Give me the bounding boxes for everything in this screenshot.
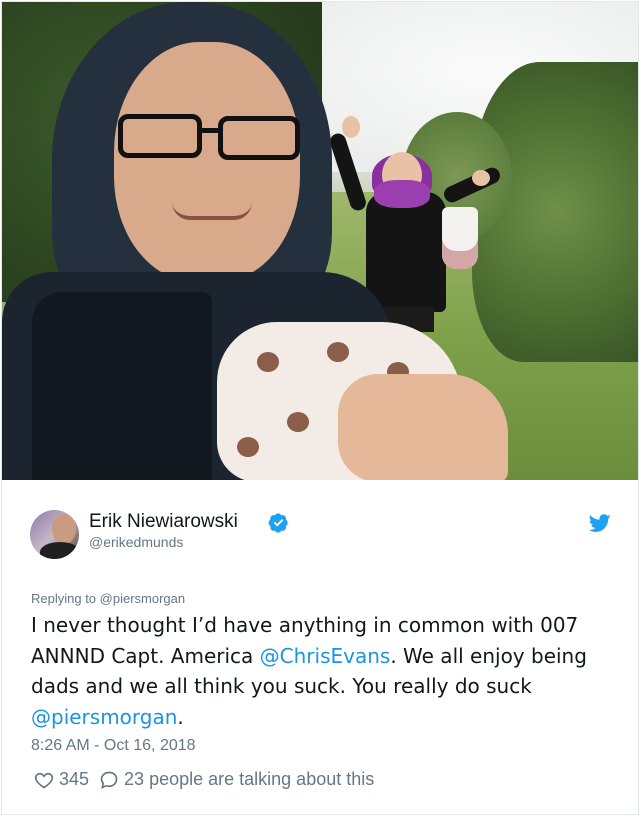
author-name[interactable]: Erik Niewiarowski — [89, 511, 238, 533]
tweet-photo[interactable] — [2, 2, 638, 480]
tweet-text: I never thought I’d have anything in com… — [31, 610, 611, 732]
tweet-text-part: . — [177, 704, 184, 729]
tweet-stats: 345 23 people are talking about this — [34, 769, 374, 790]
heart-icon[interactable] — [34, 770, 54, 790]
talking-about-label[interactable]: people are talking about this — [149, 769, 374, 790]
verified-badge-icon — [268, 513, 288, 533]
mention-chrisevans[interactable]: @ChrisEvans — [260, 644, 391, 668]
comment-bubble-icon[interactable] — [99, 770, 119, 790]
replying-to[interactable]: Replying to @piersmorgan — [31, 591, 185, 606]
author-handle[interactable]: @erikedmunds — [89, 534, 183, 550]
mention-piersmorgan[interactable]: @piersmorgan — [31, 705, 177, 729]
tweet-body: Erik Niewiarowski @erikedmunds Replying … — [2, 480, 638, 814]
tweet-card: Erik Niewiarowski @erikedmunds Replying … — [1, 1, 639, 815]
tweet-timestamp[interactable]: 8:26 AM - Oct 16, 2018 — [31, 737, 196, 755]
avatar[interactable] — [30, 510, 79, 559]
twitter-bird-icon[interactable] — [589, 512, 611, 534]
talking-count: 23 — [124, 769, 145, 789]
like-count: 345 — [59, 769, 90, 789]
